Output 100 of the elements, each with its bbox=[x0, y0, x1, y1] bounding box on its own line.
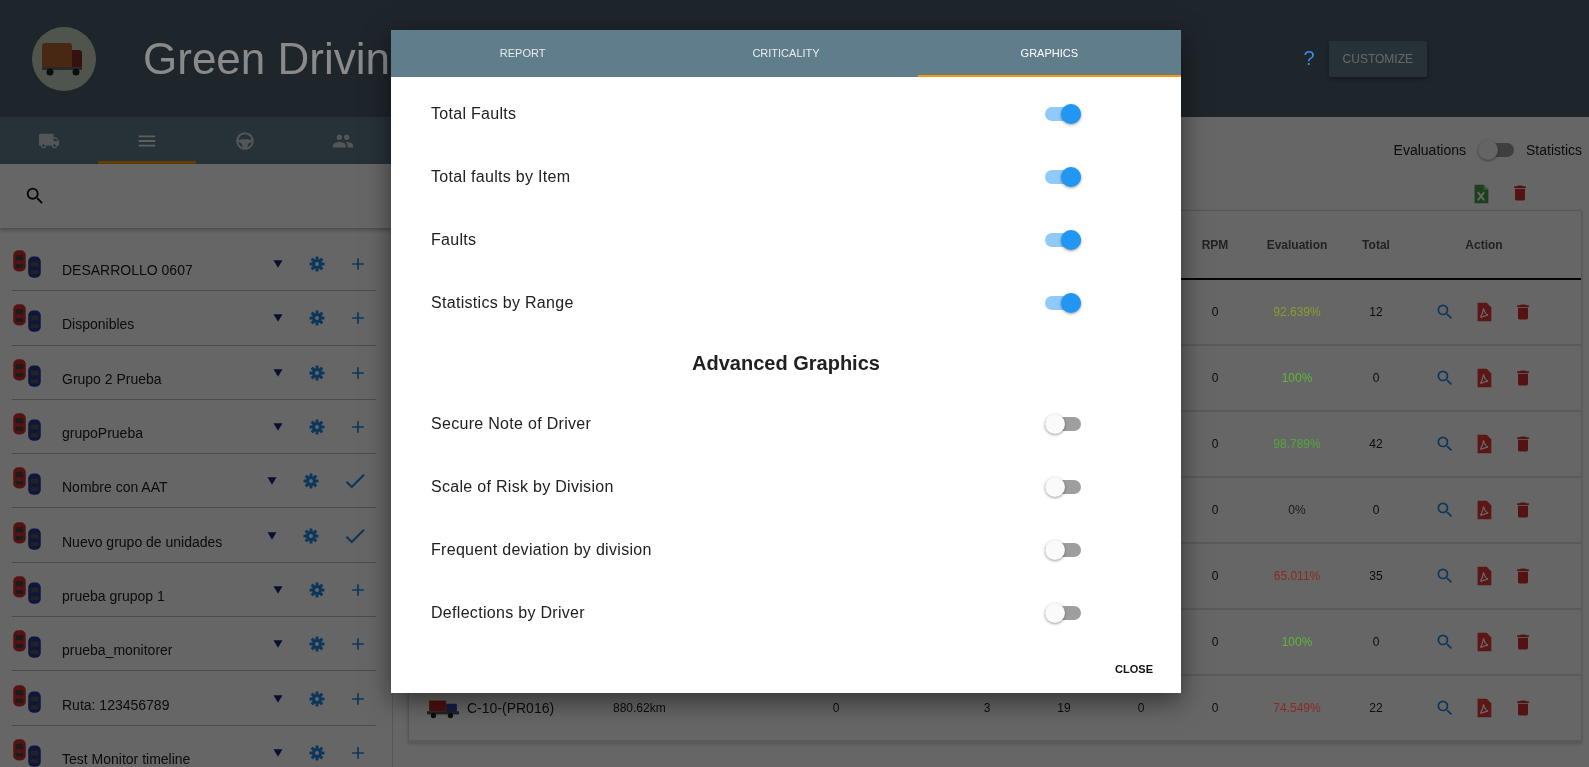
evaluation-value: 98.789% bbox=[1272, 437, 1322, 451]
search-icon[interactable] bbox=[1435, 698, 1455, 718]
table-cell-text: 0 bbox=[1371, 635, 1381, 649]
truck-logo bbox=[32, 26, 96, 91]
search-icon[interactable] bbox=[1435, 302, 1455, 322]
switch-label: Evaluations bbox=[1393, 142, 1466, 158]
table-cell-text: 42 bbox=[1368, 437, 1384, 451]
group-name[interactable]: Disponibles bbox=[62, 304, 272, 333]
option-label: Total faults by Item bbox=[431, 167, 572, 186]
toggle-switch[interactable] bbox=[1045, 229, 1081, 250]
option-label: Deflections by Driver bbox=[431, 603, 586, 622]
gear-icon[interactable] bbox=[308, 689, 326, 708]
table-cell-text: 0 bbox=[1210, 437, 1220, 451]
cars-icon bbox=[12, 574, 42, 605]
search-icon[interactable] bbox=[1435, 632, 1455, 652]
option-label: Statistics by Range bbox=[431, 293, 575, 312]
table-cell-text: 0 bbox=[1210, 635, 1220, 649]
cars-icon bbox=[12, 520, 42, 551]
column-header: Evaluation bbox=[1265, 237, 1329, 252]
search-icon[interactable] bbox=[1435, 566, 1455, 586]
toggle-switch[interactable] bbox=[1045, 476, 1081, 497]
close-button[interactable]: CLOSE bbox=[1107, 654, 1161, 683]
cars-icon bbox=[12, 629, 42, 660]
group-name[interactable]: prueba_monitorer bbox=[62, 630, 272, 659]
gear-icon[interactable] bbox=[308, 418, 326, 437]
evaluation-value: 100% bbox=[1280, 635, 1314, 649]
gear-icon[interactable] bbox=[302, 472, 320, 491]
toggle-switch[interactable] bbox=[1045, 413, 1081, 434]
cars-icon bbox=[12, 683, 42, 714]
group-name[interactable]: prueba grupop 1 bbox=[62, 575, 272, 604]
switch-label: Statistics bbox=[1526, 142, 1582, 158]
table-cell-text: 35 bbox=[1368, 569, 1384, 583]
toggle-switch[interactable] bbox=[1478, 140, 1514, 160]
option-label: Scale of Risk by Division bbox=[431, 477, 615, 496]
column-header: Total bbox=[1361, 237, 1391, 252]
group-name[interactable]: Ruta: 123456789 bbox=[62, 684, 272, 713]
dropdown-triangle-icon[interactable] bbox=[272, 692, 284, 705]
evaluation-value: 0% bbox=[1287, 503, 1307, 517]
table-cell-text: 22 bbox=[1368, 701, 1384, 715]
dropdown-triangle-icon[interactable] bbox=[272, 366, 284, 379]
search-icon[interactable] bbox=[1435, 434, 1455, 454]
evaluation-value: 100% bbox=[1280, 371, 1314, 385]
table-cell-text: 0 bbox=[1371, 371, 1381, 385]
group-name[interactable]: Nuevo grupo de unidades bbox=[62, 521, 266, 550]
group-name[interactable]: grupoPrueba bbox=[62, 413, 272, 442]
app-title: Green Drivin bbox=[143, 33, 390, 84]
dropdown-triangle-icon[interactable] bbox=[272, 746, 284, 759]
cars-icon bbox=[12, 412, 42, 443]
search-icon[interactable] bbox=[1435, 500, 1455, 520]
cars-icon bbox=[12, 303, 42, 334]
section-heading: Advanced Graphics bbox=[691, 350, 881, 376]
option-label: Faults bbox=[431, 230, 478, 249]
gear-icon[interactable] bbox=[308, 580, 326, 599]
gear-icon[interactable] bbox=[308, 743, 326, 762]
table-cell-text: 0 bbox=[831, 701, 841, 715]
table-cell-text: 0 bbox=[1210, 305, 1220, 319]
vehicle-name[interactable]: C-10-(PR016) bbox=[467, 700, 555, 716]
dropdown-triangle-icon[interactable] bbox=[266, 529, 278, 542]
toggle-switch[interactable] bbox=[1045, 539, 1081, 560]
evaluation-value: 92.639% bbox=[1272, 305, 1322, 319]
evaluation-value: 65.011% bbox=[1272, 569, 1322, 583]
search-icon[interactable] bbox=[24, 185, 46, 207]
search-icon[interactable] bbox=[1435, 368, 1455, 388]
toggle-switch[interactable] bbox=[1045, 103, 1081, 124]
help-link[interactable]: ? bbox=[1303, 47, 1315, 70]
gear-icon[interactable] bbox=[302, 526, 320, 545]
dropdown-triangle-icon[interactable] bbox=[272, 583, 284, 596]
gear-icon[interactable] bbox=[308, 255, 326, 274]
customize-button[interactable]: CUSTOMIZE bbox=[1328, 40, 1427, 77]
table-cell-text: 0 bbox=[1210, 701, 1220, 715]
group-name[interactable]: Nombre con AAT bbox=[62, 467, 266, 496]
cars-icon bbox=[12, 357, 42, 388]
table-cell-text: 19 bbox=[1056, 701, 1072, 715]
dialog-tab[interactable]: CRITICALITY bbox=[654, 30, 918, 77]
table-cell-text: 0 bbox=[1210, 503, 1220, 517]
table-cell-text: 880.62km bbox=[612, 701, 667, 715]
table-cell-text: 0 bbox=[1371, 503, 1381, 517]
table-cell-text: 0 bbox=[1210, 569, 1220, 583]
cars-icon bbox=[12, 737, 42, 767]
group-name[interactable]: Grupo 2 Prueba bbox=[62, 358, 272, 387]
gear-icon[interactable] bbox=[308, 309, 326, 328]
dialog-tab[interactable]: GRAPHICS bbox=[917, 30, 1181, 77]
group-name[interactable]: DESARROLLO 0607 bbox=[62, 250, 272, 279]
option-label: Total Faults bbox=[431, 104, 518, 123]
evaluation-value: 74.549% bbox=[1272, 701, 1322, 715]
table-cell-text: 3 bbox=[982, 701, 992, 715]
toggle-switch[interactable] bbox=[1045, 602, 1081, 623]
group-name[interactable]: Test Monitor timeline bbox=[62, 738, 272, 767]
option-label: Secure Note of Driver bbox=[431, 414, 593, 433]
cars-icon bbox=[12, 466, 42, 497]
table-cell-text: 0 bbox=[1136, 701, 1146, 715]
gear-icon[interactable] bbox=[308, 363, 326, 382]
dialog-tab[interactable]: REPORT bbox=[391, 30, 655, 77]
toggle-switch[interactable] bbox=[1045, 166, 1081, 187]
option-label: Frequent deviation by division bbox=[431, 540, 653, 559]
gear-icon[interactable] bbox=[308, 635, 326, 654]
table-cell-text: 12 bbox=[1368, 305, 1384, 319]
column-header: RPM bbox=[1200, 237, 1230, 252]
steering-wheel-icon bbox=[234, 129, 256, 152]
toggle-switch[interactable] bbox=[1045, 292, 1081, 313]
